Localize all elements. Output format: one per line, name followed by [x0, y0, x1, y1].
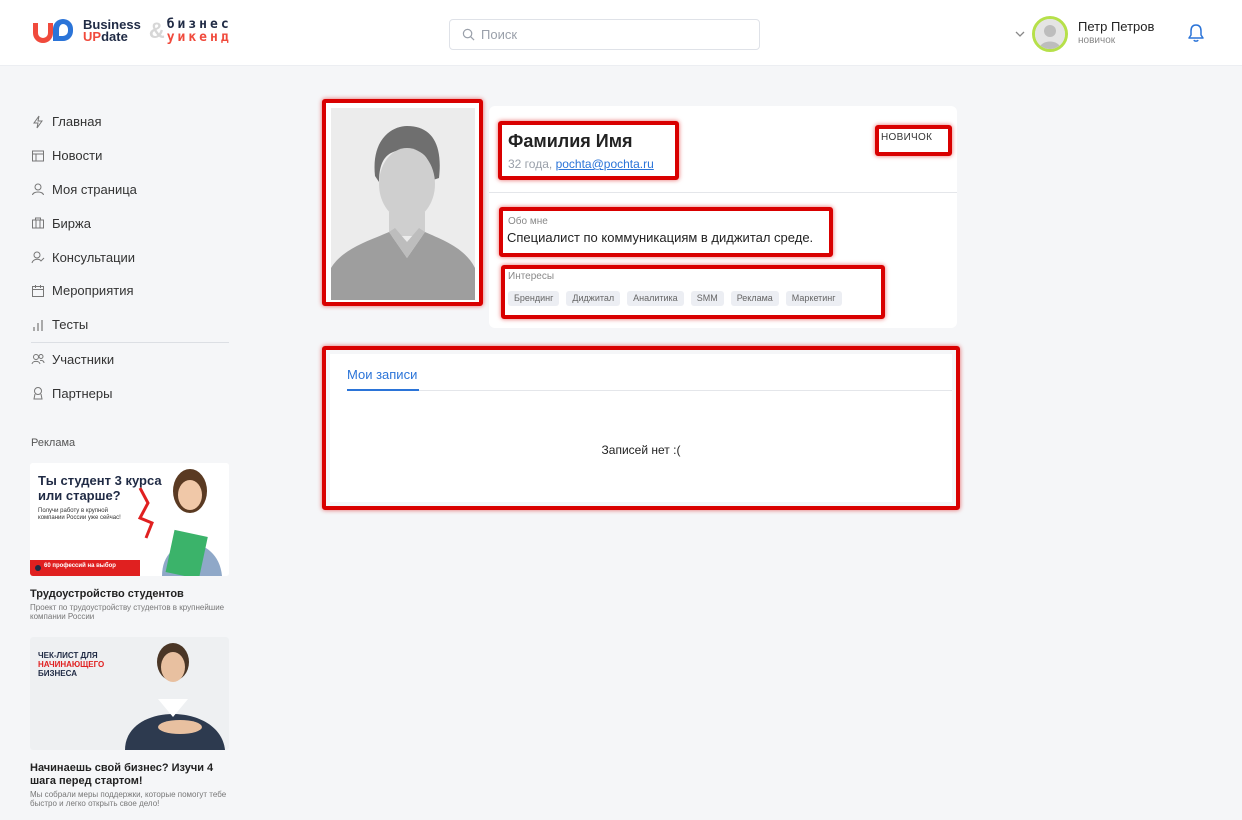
user-placeholder-icon [331, 108, 475, 300]
exchange-icon [32, 217, 44, 229]
sidebar-item-label: Мероприятия [52, 283, 134, 299]
ad-banner-business[interactable]: ЧЕК-ЛИСТ ДЛЯ НАЧИНАЮЩЕГО БИЗНЕСА [30, 637, 229, 750]
sidebar-item-partners[interactable]: Партнеры [31, 376, 231, 410]
user-icon [32, 183, 44, 196]
sidebar-item-my-page[interactable]: Моя страница [31, 173, 231, 207]
highlight-posts [322, 346, 960, 510]
profile-photo-frame [322, 99, 483, 306]
sidebar-item-label: Биржа [52, 215, 91, 231]
logo-ampersand: & [148, 18, 165, 43]
logo-text-ru: бизнес уикенд [166, 17, 232, 45]
top-header: Business UPdate & бизнес уикенд Петр Пет… [0, 0, 1242, 66]
ad-banner-title: Ты студент 3 курса или старше? [38, 473, 162, 503]
user-role: новичок [1078, 35, 1116, 46]
ad-banner-sub: Получи работу в крупной компании России … [38, 508, 121, 521]
sidebar-item-label: Партнеры [52, 385, 113, 401]
profile-divider [489, 192, 957, 193]
ad-banner-strip: 60 профессий на выбор [44, 563, 116, 569]
ad-title[interactable]: Начинаешь свой бизнес? Изучи 4 шага пере… [30, 762, 229, 788]
sidebar-item-consultations[interactable]: Консультации [31, 240, 231, 274]
user-name: Петр Петров [1078, 19, 1155, 34]
highlight-badge [875, 125, 952, 156]
sidebar-item-events[interactable]: Мероприятия [31, 274, 231, 308]
bolt-icon [33, 115, 43, 129]
ad-card-business[interactable]: ЧЕК-ЛИСТ ДЛЯ НАЧИНАЮЩЕГО БИЗНЕСА Начинае… [30, 637, 229, 808]
bar-chart-icon [33, 319, 43, 331]
sidebar-item-members[interactable]: Участники [31, 343, 231, 377]
ad-card-students[interactable]: Ты студент 3 курса или старше? Получи ра… [30, 463, 229, 621]
user-menu[interactable]: Петр Петров новичок [1014, 14, 1154, 54]
sidebar-item-label: Участники [52, 351, 115, 367]
sidebar-nav: Главная Новости Моя страница Биржа Консу… [31, 105, 231, 410]
partner-icon [33, 387, 43, 400]
ads-label: Реклама [31, 437, 76, 449]
ad-banner-students[interactable]: Ты студент 3 курса или старше? Получи ра… [30, 463, 229, 576]
bell-icon[interactable] [1186, 23, 1206, 43]
logo-text-en: Business UPdate [83, 17, 141, 44]
sidebar-item-exchange[interactable]: Биржа [31, 206, 231, 240]
ad-desc: Мы собрали меры поддержки, которые помог… [30, 790, 227, 808]
ad-banner-line3: БИЗНЕСА [38, 669, 77, 678]
sidebar-item-label: Консультации [52, 249, 136, 265]
search-box[interactable] [449, 19, 760, 50]
sidebar-item-label: Новости [52, 148, 103, 164]
calendar-icon [32, 284, 44, 297]
highlight-about [499, 207, 833, 257]
chevron-down-icon[interactable] [1014, 28, 1026, 40]
users-icon [31, 354, 45, 365]
ad-banner-line1: ЧЕК-ЛИСТ ДЛЯ [38, 651, 98, 660]
news-icon [32, 150, 44, 162]
search-input[interactable] [481, 27, 741, 42]
sidebar-item-news[interactable]: Новости [31, 139, 231, 173]
profile-photo[interactable] [331, 108, 475, 300]
search-icon [462, 28, 475, 41]
consult-icon [31, 251, 45, 264]
highlight-name [498, 121, 679, 180]
sidebar-item-home[interactable]: Главная [31, 105, 231, 139]
sidebar-item-label: Главная [52, 114, 102, 130]
sidebar-item-tests[interactable]: Тесты [31, 308, 231, 342]
logo-mark-icon [33, 17, 77, 45]
ad-title[interactable]: Трудоустройство студентов [30, 588, 229, 601]
avatar[interactable] [1032, 16, 1068, 52]
logo[interactable]: Business UPdate & бизнес уикенд [33, 17, 232, 45]
ad-banner-line2: НАЧИНАЮЩЕГО [38, 660, 105, 669]
sidebar-item-label: Моя страница [52, 181, 137, 197]
sidebar-item-label: Тесты [52, 317, 89, 333]
highlight-interests [501, 265, 885, 319]
ad-desc: Проект по трудоустройству студентов в кр… [30, 603, 225, 621]
